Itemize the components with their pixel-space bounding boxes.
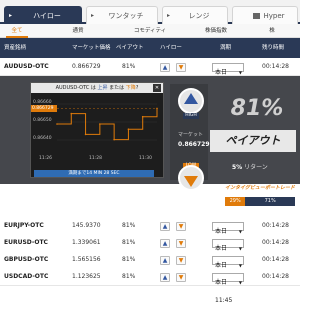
- asset-category-tabs: 全て 通貨 コモディティ 株価指数 株: [0, 24, 300, 38]
- high-arrow-button[interactable]: ▲: [160, 63, 170, 72]
- table-row[interactable]: AUDUSD-OTC 0.866729 81% ▲ ▼ 本日 11:45▼ 00…: [0, 58, 300, 94]
- current-price-tag: 0.866729: [31, 104, 57, 112]
- chevron-down-icon: ▼: [238, 280, 242, 285]
- subtab-stock[interactable]: 株: [262, 24, 282, 38]
- payout-value: 81%: [122, 222, 136, 229]
- product-tabbar: ▸ ハイロー ▸ ワンタッチ ▸ レンジ Hyper: [0, 0, 300, 24]
- table-row[interactable]: GBPUSD-OTC 1.565156 81% ▲ ▼ 本日 11:45▼ 00…: [0, 251, 300, 287]
- col-asset: 資産銘柄: [4, 45, 27, 51]
- tab-range[interactable]: ▸ レンジ: [162, 6, 228, 24]
- subtab-index[interactable]: 株価指数: [198, 24, 234, 38]
- price-chart: AUDUSD-OTC は 上昇 または 下降? ✕ 0.86660 0.8665…: [30, 82, 164, 178]
- price-point: [156, 107, 158, 110]
- table-header: 資産銘柄 マーケット価格 ペイアウト ハイロー 満期 残り時間: [0, 38, 300, 58]
- return-info: 5% リターン: [232, 164, 268, 171]
- payout-value: 81%: [122, 239, 136, 246]
- tab-highlow[interactable]: ▸ ハイロー: [4, 6, 82, 24]
- subtab-all[interactable]: 全て: [6, 24, 28, 38]
- low-button[interactable]: [178, 165, 204, 191]
- up-arrow-icon: [184, 93, 198, 104]
- market-value: 0.866729: [178, 141, 210, 148]
- price-point: [127, 128, 130, 130]
- expiry-select[interactable]: 本日 11:45▼: [212, 256, 244, 287]
- asset-name: USDCAD-OTC: [4, 273, 49, 280]
- table-row[interactable]: USDCAD-OTC 1.123625 81% ▲ ▼ 本日 11:45 ▼ 00…: [0, 268, 300, 304]
- tab-hyper[interactable]: Hyper: [232, 6, 298, 24]
- subtab-commodity[interactable]: コモディティ: [130, 24, 170, 38]
- high-button[interactable]: [178, 88, 204, 114]
- low-arrow-button[interactable]: ▼: [176, 256, 186, 265]
- expiry-select[interactable]: 本日 11:45▼: [212, 239, 244, 270]
- low-arrow-button[interactable]: ▼: [176, 273, 186, 282]
- payout-label: ペイアウト: [210, 130, 296, 152]
- low-arrow-button[interactable]: ▼: [176, 222, 186, 231]
- close-icon[interactable]: ✕: [153, 84, 161, 92]
- x-tick-label: 11:30: [139, 156, 152, 161]
- high-arrow-button[interactable]: ▲: [160, 222, 170, 231]
- expiry-select[interactable]: 本日 11:45▼: [212, 273, 244, 304]
- table-row[interactable]: EURJPY-OTC 145.9370 81% ▲ ▼ 本日 11:45▼ 00…: [0, 217, 300, 253]
- price-series-line: [57, 108, 158, 141]
- market-label: マーケット: [178, 132, 204, 138]
- market-price: 1.565156: [72, 256, 101, 263]
- time-left: 00:14:28: [262, 256, 289, 263]
- low-arrow-button[interactable]: ▼: [176, 63, 186, 72]
- payout-percent: 81%: [230, 96, 284, 121]
- time-left: 00:14:28: [262, 222, 289, 229]
- table-row[interactable]: EURUSD-OTC 1.339061 81% ▲ ▼ 本日 11:45▼ 00…: [0, 234, 300, 270]
- sentiment-low: 29%: [225, 197, 246, 206]
- price-point: [56, 123, 58, 125]
- col-price: マーケット価格: [72, 45, 111, 51]
- high-arrow-button[interactable]: ▲: [160, 239, 170, 248]
- tab-onetouch[interactable]: ▸ ワンタッチ: [86, 6, 158, 24]
- price-line-plot: [56, 103, 158, 141]
- price-point: [70, 112, 73, 115]
- subtab-currency[interactable]: 通貨: [66, 24, 90, 38]
- high-arrow-button[interactable]: ▲: [160, 256, 170, 265]
- col-expiry: 満期: [220, 45, 232, 51]
- market-price: 145.9370: [72, 222, 101, 229]
- asset-name: EURJPY-OTC: [4, 222, 44, 229]
- x-tick-label: 11:26: [39, 156, 52, 161]
- price-point: [113, 138, 115, 141]
- trader-sentiment-label: インタイグビューポートレード: [225, 185, 295, 191]
- x-tick-label: 11:28: [89, 156, 102, 161]
- expiry-select[interactable]: 本日 11:45▼: [212, 63, 244, 94]
- chart-title: AUDUSD-OTC は 上昇 または 下降?: [31, 83, 163, 93]
- col-time-left: 残り時間: [262, 45, 285, 51]
- price-point: [99, 123, 101, 125]
- expiry-select[interactable]: 本日 11:45▼: [212, 222, 244, 253]
- market-price: 1.339061: [72, 239, 101, 246]
- low-arrow-button[interactable]: ▼: [176, 239, 186, 248]
- market-price: 0.866729: [72, 63, 101, 70]
- price-point: [141, 115, 144, 118]
- market-price: 1.123625: [72, 273, 101, 280]
- price-point: [84, 133, 87, 136]
- down-arrow-icon: [184, 176, 198, 187]
- time-left: 00:14:28: [262, 63, 289, 70]
- sentiment-bar: 29% 71%: [225, 197, 295, 206]
- hyper-icon: [253, 13, 261, 19]
- asset-name: EURUSD-OTC: [4, 239, 48, 246]
- col-highlow: ハイロー: [160, 45, 182, 51]
- asset-name: GBPUSD-OTC: [4, 256, 49, 263]
- time-left: 00:14:28: [262, 239, 289, 246]
- sentiment-high: 71%: [264, 198, 276, 204]
- payout-value: 81%: [122, 63, 136, 70]
- time-left: 00:14:28: [262, 273, 289, 280]
- payout-value: 81%: [122, 256, 136, 263]
- expiry-countdown: 満期まで14 MIN 28 SEC: [34, 170, 154, 177]
- high-arrow-button[interactable]: ▲: [160, 273, 170, 282]
- asset-name: AUDUSD-OTC: [4, 63, 49, 70]
- payout-value: 81%: [122, 273, 136, 280]
- col-payout: ペイアウト: [116, 45, 144, 51]
- high-label: HIGH: [183, 113, 199, 119]
